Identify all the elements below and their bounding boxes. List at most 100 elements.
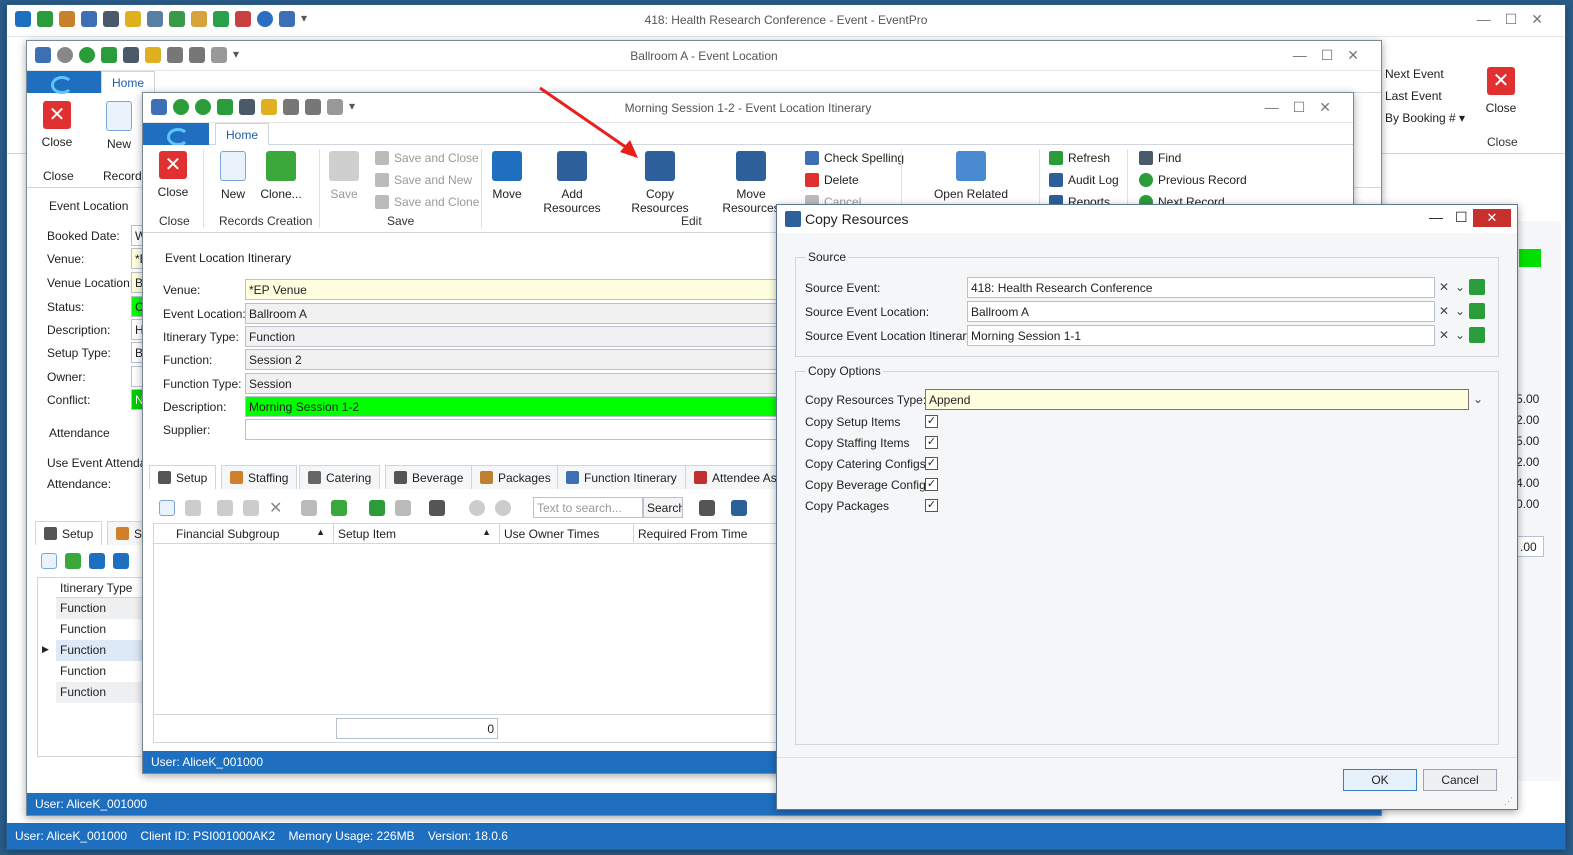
copy-packages-checkbox[interactable]: ✓ <box>925 499 938 512</box>
clear-icon[interactable]: ✕ <box>1437 304 1451 318</box>
move-button[interactable]: Move <box>489 151 525 201</box>
list-item[interactable]: Function <box>56 619 146 640</box>
open-record-icon[interactable] <box>1469 327 1485 343</box>
last-event-button[interactable]: Last Event <box>1385 89 1442 103</box>
clear-icon[interactable]: ✕ <box>1437 280 1451 294</box>
copy-type-select[interactable]: Append <box>925 389 1469 410</box>
source-location-field[interactable]: Ballroom A <box>967 301 1435 322</box>
itinerary-type-field[interactable]: Function <box>245 326 805 347</box>
save-button[interactable]: Save <box>329 151 359 201</box>
cancel-button[interactable]: Cancel <box>1423 769 1497 791</box>
file-tab[interactable] <box>143 123 209 146</box>
function-type-field[interactable]: Session <box>245 373 805 394</box>
tab-catering[interactable]: Catering <box>299 465 381 489</box>
itinerary-window-buttons[interactable]: —☐✕ <box>1265 99 1345 116</box>
location-window-buttons[interactable]: —☐✕ <box>1293 47 1373 64</box>
audit-log-button[interactable]: Audit Log <box>1049 173 1119 187</box>
grid-search-input[interactable]: Text to search... <box>533 497 643 518</box>
value-cell: 5.00 <box>1516 434 1540 448</box>
dropdown-icon[interactable]: ⌄ <box>1453 304 1467 318</box>
new-button[interactable]: New <box>215 151 251 201</box>
delete-row-icon[interactable]: ✕ <box>269 498 282 518</box>
col-itinerary-type[interactable]: Itinerary Type <box>56 578 146 598</box>
by-booking-button[interactable]: By Booking # ▾ <box>1385 111 1465 125</box>
save-and-new-button[interactable]: Save and New <box>375 173 472 187</box>
dropdown-icon[interactable]: ⌄ <box>1453 328 1467 342</box>
edit-icon[interactable] <box>113 553 129 569</box>
filter-icon[interactable] <box>429 500 445 516</box>
down-icon[interactable] <box>495 500 511 516</box>
export-icon[interactable] <box>369 500 385 516</box>
refresh-button[interactable]: Refresh <box>1049 151 1110 165</box>
copy-staffing-items-checkbox[interactable]: ✓ <box>925 436 938 449</box>
clear-icon[interactable]: ✕ <box>1437 328 1451 342</box>
next-event-button[interactable]: Next Event <box>1385 67 1444 81</box>
close-button[interactable]: ✕ Close <box>153 151 193 199</box>
source-event-field[interactable]: 418: Health Research Conference <box>967 277 1435 298</box>
resize-grip-icon[interactable]: ⋰ <box>1504 796 1513 807</box>
tab-function-itinerary[interactable]: Function Itinerary <box>557 465 686 489</box>
copy-row-icon[interactable] <box>185 500 201 516</box>
save-and-close-button[interactable]: Save and Close <box>375 151 479 165</box>
check-label: Copy Staffing Items <box>805 436 910 450</box>
function-field[interactable]: Session 2 <box>245 349 805 370</box>
find-button[interactable]: Find <box>1139 151 1181 165</box>
check-spelling-button[interactable]: Check Spelling <box>805 151 904 165</box>
col-required-from-time[interactable]: Required From Time <box>634 524 778 544</box>
list-item[interactable]: Function <box>56 598 146 619</box>
maximize-button[interactable]: ☐ <box>1455 209 1468 226</box>
new-row-icon[interactable] <box>41 553 57 569</box>
col-financial-subgroup[interactable]: Financial Subgroup ▲ <box>172 524 334 544</box>
list-item[interactable]: Function <box>56 661 146 682</box>
edit-row-icon[interactable] <box>217 500 233 516</box>
tab-home[interactable]: Home <box>101 71 156 93</box>
open-related-button[interactable]: Open Related <box>933 151 1009 201</box>
tab-staffing[interactable]: Staffing <box>221 465 298 489</box>
venue-field[interactable]: *EP Venue <box>245 279 805 300</box>
event-location-section: Event Location <box>49 199 129 213</box>
chevron-down-icon[interactable]: ⌄ <box>1471 392 1485 406</box>
delete-button[interactable]: Delete <box>805 173 859 187</box>
supplier-field[interactable] <box>245 419 805 440</box>
open-record-icon[interactable] <box>1469 303 1485 319</box>
source-itinerary-field[interactable]: Morning Session 1-1 <box>967 325 1435 346</box>
open-record-icon[interactable] <box>1469 279 1485 295</box>
new-row-icon[interactable] <box>159 500 175 516</box>
main-close-button[interactable]: ✕ Close <box>1479 67 1523 115</box>
add-icon[interactable] <box>65 553 81 569</box>
location-close-button[interactable]: ✕ Close <box>37 101 77 149</box>
print-icon[interactable] <box>301 500 317 516</box>
list-item[interactable]: Function <box>56 640 146 661</box>
save-close-icon <box>375 151 389 165</box>
tab-home[interactable]: Home <box>215 123 270 145</box>
layout-icon[interactable] <box>331 500 347 516</box>
tab-packages[interactable]: Packages <box>471 465 560 489</box>
col-setup-item[interactable]: Setup Item ▲ <box>334 524 500 544</box>
zoom-icon[interactable] <box>699 500 715 516</box>
ok-button[interactable]: OK <box>1343 769 1417 791</box>
dropdown-icon[interactable]: ⌄ <box>1453 280 1467 294</box>
tab-beverage[interactable]: Beverage <box>385 465 473 489</box>
dialog-close-button[interactable]: ✕ <box>1473 209 1511 227</box>
main-window-buttons[interactable]: —☐✕ <box>1477 11 1557 28</box>
up-icon[interactable] <box>469 500 485 516</box>
table-icon[interactable] <box>243 500 259 516</box>
grid-search-button[interactable]: Search <box>643 497 683 518</box>
description-field[interactable]: Morning Session 1-2 <box>245 396 805 417</box>
tab-setup[interactable]: Setup <box>35 521 103 545</box>
copy-setup-items-checkbox[interactable]: ✓ <box>925 415 938 428</box>
save-and-clone-button[interactable]: Save and Clone <box>375 195 479 209</box>
tab-setup[interactable]: Setup <box>149 465 217 489</box>
save-layout-icon[interactable] <box>731 500 747 516</box>
clone-button[interactable]: Clone... <box>257 151 305 201</box>
copy-catering-configs-checkbox[interactable]: ✓ <box>925 457 938 470</box>
location-new-button[interactable]: New <box>99 101 139 151</box>
col-use-owner-times[interactable]: Use Owner Times <box>500 524 634 544</box>
minimize-button[interactable]: — <box>1429 209 1443 225</box>
lock-icon[interactable] <box>395 500 411 516</box>
previous-record-button[interactable]: Previous Record <box>1139 173 1247 187</box>
move-icon[interactable] <box>89 553 105 569</box>
event-location-field[interactable]: Ballroom A <box>245 303 805 324</box>
list-item[interactable]: Function <box>56 682 146 703</box>
copy-beverage-configs-checkbox[interactable]: ✓ <box>925 478 938 491</box>
